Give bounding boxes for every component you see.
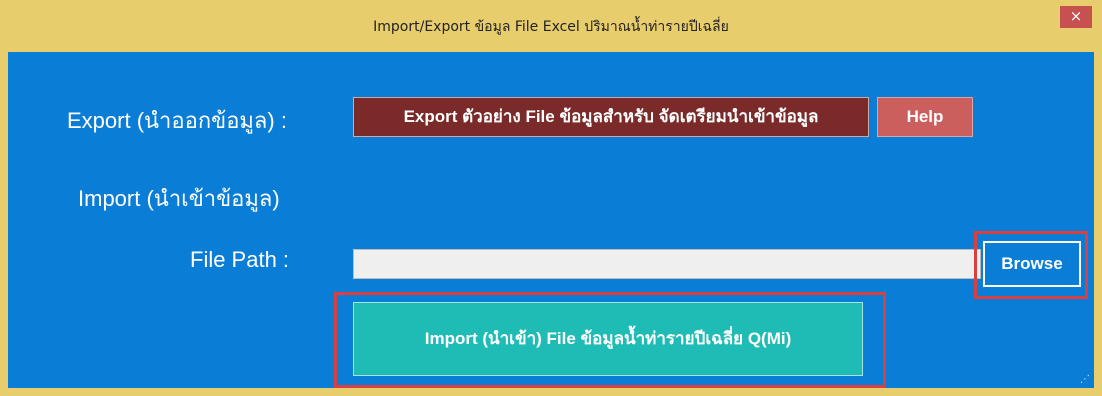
export-sample-file-button[interactable]: Export ตัวอย่าง File ข้อมูลสำหรับ จัดเตร… — [353, 97, 869, 137]
resize-grip-icon[interactable]: ⋰ — [1080, 375, 1090, 385]
import-label: Import (นำเข้าข้อมูล) — [78, 186, 280, 211]
help-button[interactable]: Help — [877, 97, 973, 137]
close-icon: × — [1069, 7, 1083, 25]
import-file-button[interactable]: Import (นำเข้า) File ข้อมูลน้ำท่ารายปีเฉ… — [353, 302, 863, 376]
dialog-content: Export (นำออกข้อมูล) : Export ตัวอย่าง F… — [8, 52, 1094, 388]
export-label: Export (นำออกข้อมูล) : — [67, 108, 287, 133]
browse-button[interactable]: Browse — [983, 241, 1081, 287]
title-bar[interactable]: Import/Export ข้อมูล File Excel ปริมาณน้… — [0, 0, 1102, 52]
close-button[interactable]: × — [1060, 6, 1092, 28]
file-path-label: File Path : — [190, 247, 290, 272]
import-export-dialog: Import/Export ข้อมูล File Excel ปริมาณน้… — [0, 0, 1102, 396]
window-title: Import/Export ข้อมูล File Excel ปริมาณน้… — [373, 19, 729, 35]
file-path-input[interactable] — [353, 249, 981, 279]
